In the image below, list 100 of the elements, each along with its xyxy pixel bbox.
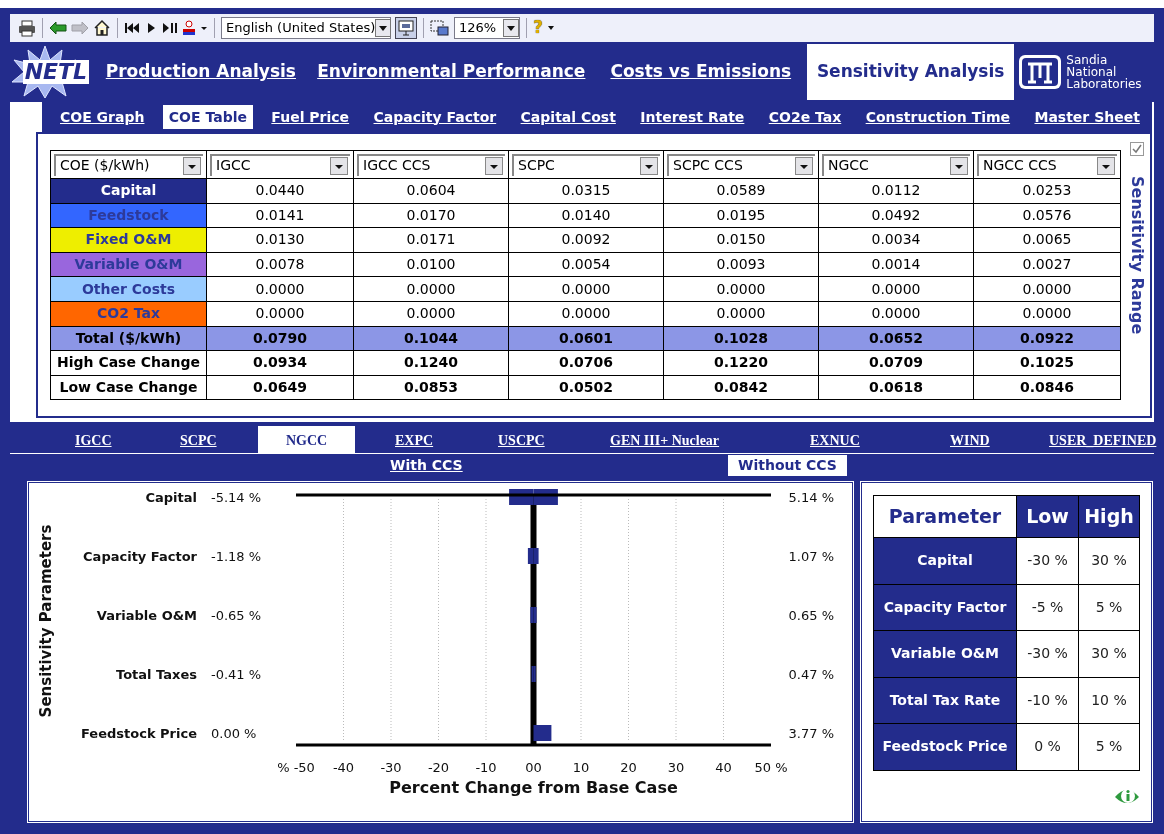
- sub-tab[interactable]: Master Sheet: [1028, 105, 1146, 129]
- range-label: Sensitivity Range: [1127, 176, 1148, 335]
- technology-tab[interactable]: GEN III+ Nuclear: [600, 426, 730, 454]
- row-label: Variable O&M: [874, 631, 1017, 678]
- ccs-tab[interactable]: With CCS: [380, 455, 473, 476]
- sub-tab[interactable]: Interest Rate: [634, 105, 751, 129]
- column-header: Low: [1017, 496, 1079, 538]
- technology-tab[interactable]: SCPC: [170, 426, 227, 454]
- table-cell: 0.0140: [509, 203, 664, 229]
- language-dropdown[interactable]: English (United States): [221, 17, 391, 39]
- row-label: Capacity Factor: [874, 584, 1017, 631]
- caret-icon[interactable]: [546, 25, 555, 31]
- table-cell: 0.0112: [819, 179, 974, 204]
- nav-tab[interactable]: Costs vs Emissions: [608, 44, 807, 100]
- table-cell: 30 %: [1079, 538, 1140, 585]
- table-cell: 0.1025: [974, 351, 1121, 376]
- row-label: Low Case Change: [51, 375, 207, 401]
- table-cell: 0.0000: [207, 301, 354, 327]
- row-label: Other Costs: [51, 277, 207, 302]
- table-cell: 0.0150: [664, 228, 819, 253]
- sub-tab[interactable]: Fuel Price: [265, 105, 356, 129]
- presentation-icon[interactable]: [395, 17, 417, 39]
- technology-tab[interactable]: EXPC: [385, 426, 444, 454]
- table-cell: 0.0846: [974, 375, 1121, 401]
- nav-tab[interactable]: Production Analysis: [103, 44, 316, 100]
- first-page-icon[interactable]: [124, 22, 140, 34]
- column-dropdown[interactable]: SCPC: [512, 153, 660, 176]
- table-cell: 0.0853: [354, 375, 509, 401]
- technology-tab[interactable]: USER_DEFINED: [1039, 426, 1164, 454]
- table-cell: 0.0065: [974, 228, 1121, 253]
- column-dropdown[interactable]: IGCC: [210, 153, 350, 176]
- dropdown-value: COE ($/kWh): [60, 156, 150, 175]
- selection-icon[interactable]: [430, 19, 450, 37]
- table-cell: 0.1240: [354, 351, 509, 376]
- table-cell: 0.0195: [664, 203, 819, 229]
- column-header: Parameter: [874, 496, 1017, 538]
- table-cell: 0.0000: [354, 301, 509, 327]
- print-icon[interactable]: [18, 19, 36, 37]
- dropdown-value: English (United States): [226, 19, 376, 38]
- table-cell: 5 %: [1079, 584, 1140, 631]
- table-cell: 0.0093: [664, 252, 819, 278]
- sub-tab[interactable]: COE Table: [162, 105, 253, 129]
- value-label: -0.65 %: [211, 608, 262, 623]
- axis-title: Percent Change from Base Case: [389, 778, 678, 797]
- row-label: Feedstock Price: [874, 724, 1017, 771]
- back-arrow-icon[interactable]: [49, 21, 67, 35]
- technology-tab[interactable]: NGCC: [258, 426, 356, 454]
- table-cell: 0.0100: [354, 252, 509, 278]
- table-cell: 0.0000: [819, 277, 974, 302]
- technology-tab[interactable]: IGCC: [65, 426, 122, 454]
- table-cell: -5 %: [1017, 584, 1079, 631]
- tick-label: 40: [715, 760, 732, 775]
- table-cell: 0.0589: [664, 179, 819, 204]
- table-cell: 0.0934: [207, 351, 354, 376]
- table-cell: 0.0054: [509, 252, 664, 278]
- category-label: Feedstock Price: [81, 726, 197, 741]
- sub-tab[interactable]: Capital Cost: [514, 105, 622, 129]
- user-dropdown-icon[interactable]: [182, 20, 208, 36]
- play-pause-icon[interactable]: [162, 22, 178, 34]
- table-cell: -10 %: [1017, 677, 1079, 724]
- category-label: Capacity Factor: [83, 549, 197, 564]
- row-label: Total ($/kWh): [51, 326, 207, 352]
- value-label: -0.41 %: [211, 667, 262, 682]
- zoom-dropdown[interactable]: 126%: [454, 17, 520, 39]
- value-label: 1.07 %: [788, 549, 834, 564]
- row-label: Capital: [874, 538, 1017, 585]
- range-checkbox[interactable]: [1130, 142, 1144, 156]
- sub-tab[interactable]: COE Graph: [54, 105, 151, 129]
- ccs-tab[interactable]: Without CCS: [728, 455, 847, 476]
- sub-tab[interactable]: Construction Time: [859, 105, 1017, 129]
- table-cell: 0.0618: [819, 375, 974, 401]
- column-dropdown[interactable]: SCPC CCS: [667, 153, 815, 176]
- nav-tab[interactable]: Environmental Performance: [315, 44, 609, 100]
- column-dropdown[interactable]: NGCC CCS: [977, 153, 1117, 176]
- tick-label: -20: [427, 760, 450, 775]
- table-cell: 0.0604: [354, 179, 509, 204]
- tick-label: -40: [332, 760, 355, 775]
- table-cell: -30 %: [1017, 631, 1079, 678]
- sub-tab[interactable]: Capacity Factor: [367, 105, 503, 129]
- sub-tab[interactable]: CO2e Tax: [762, 105, 848, 129]
- table-cell: 0.0034: [819, 228, 974, 253]
- dropdown-value: SCPC: [518, 156, 555, 175]
- technology-tab[interactable]: EXNUC: [800, 426, 870, 454]
- dropdown-value: SCPC CCS: [673, 156, 743, 175]
- technology-tab[interactable]: USCPC: [488, 426, 555, 454]
- column-dropdown[interactable]: NGCC: [822, 153, 970, 176]
- technology-tab[interactable]: WIND: [940, 426, 1000, 454]
- column-dropdown[interactable]: COE ($/kWh): [54, 153, 203, 176]
- column-dropdown[interactable]: IGCC CCS: [357, 153, 505, 176]
- nav-tab[interactable]: Sensitivity Analysis: [806, 44, 1015, 100]
- table-cell: -30 %: [1017, 538, 1079, 585]
- tick-label: -10: [475, 760, 497, 775]
- table-cell: 0.0649: [207, 375, 354, 401]
- table-cell: 0.0000: [207, 277, 354, 302]
- tick-label: % -50: [277, 760, 315, 775]
- value-label: 0.65 %: [788, 608, 834, 623]
- table-cell: 0.0141: [207, 203, 354, 229]
- home-icon[interactable]: [93, 19, 111, 37]
- value-label: 0.00 %: [211, 726, 257, 741]
- category-label: Total Taxes: [116, 667, 197, 682]
